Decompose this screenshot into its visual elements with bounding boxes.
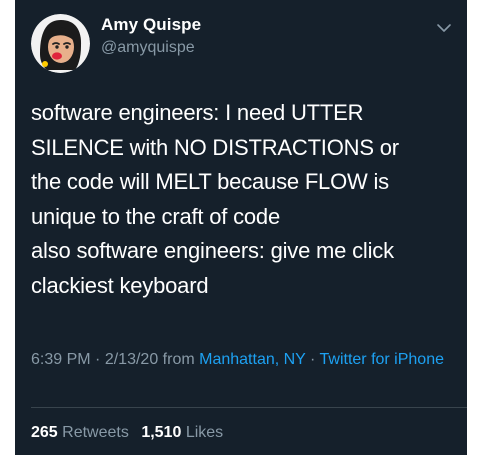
tweet-text: software engineers: I need UTTER SILENCE…: [31, 100, 399, 298]
meta-separator: ·: [95, 351, 101, 368]
location-link[interactable]: Manhattan, NY: [199, 351, 305, 368]
tweet-card: Amy Quispe @amyquispe software engineers…: [15, 0, 467, 455]
retweets-label: Retweets: [62, 424, 129, 441]
retweets-stat[interactable]: 265 Retweets: [31, 424, 129, 441]
avatar[interactable]: [31, 14, 90, 73]
display-name[interactable]: Amy Quispe: [101, 15, 201, 35]
chevron-down-icon[interactable]: [435, 21, 453, 35]
tweet-time[interactable]: 6:39 PM: [31, 351, 91, 368]
likes-stat[interactable]: 1,510 Likes: [141, 424, 223, 441]
from-label: from: [162, 351, 195, 368]
tweet-date[interactable]: 2/13/20: [105, 351, 158, 368]
tweet-meta: 6:39 PM · 2/13/20 from Manhattan, NY · T…: [31, 347, 459, 373]
tweet-stats: 265 Retweets 1,510 Likes: [31, 424, 223, 442]
retweets-count: 265: [31, 424, 58, 441]
likes-label: Likes: [185, 424, 224, 441]
source-link[interactable]: Twitter for iPhone: [320, 351, 445, 368]
divider: [31, 407, 467, 408]
meta-separator: ·: [310, 351, 316, 368]
likes-count: 1,510: [141, 424, 182, 441]
avatar-illustration-icon: [31, 14, 90, 73]
user-handle[interactable]: @amyquispe: [101, 39, 195, 57]
